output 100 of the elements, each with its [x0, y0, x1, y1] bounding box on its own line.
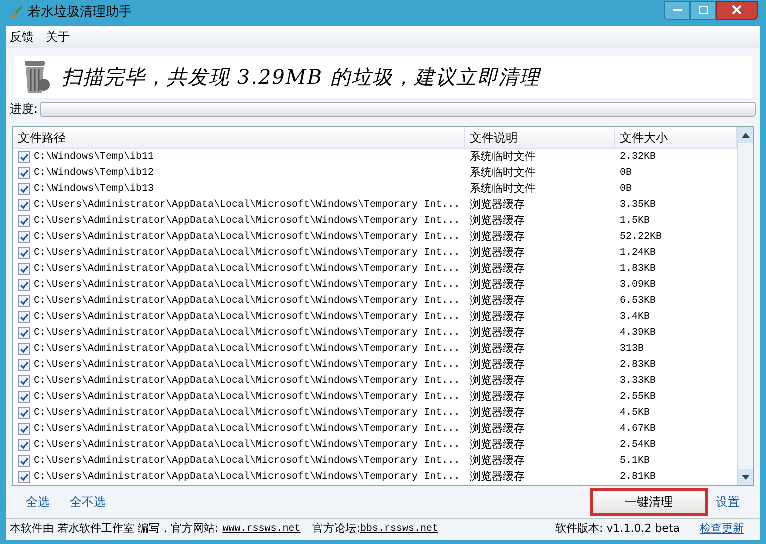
file-description: 浏览器缓存 — [469, 324, 526, 341]
checkbox[interactable] — [18, 167, 30, 179]
file-size: 1.83KB — [619, 262, 658, 276]
checkbox[interactable] — [18, 471, 30, 483]
checkbox[interactable] — [18, 375, 30, 387]
website-link[interactable]: www.rssws.net — [222, 522, 301, 537]
file-description: 浏览器缓存 — [469, 196, 526, 213]
checkbox[interactable] — [18, 311, 30, 323]
file-description: 浏览器缓存 — [469, 436, 526, 453]
file-path: C:\Users\Administrator\AppData\Local\Microsoft\Windows\Temporary Int... — [34, 374, 460, 388]
selection-link[interactable]: 全不选 — [70, 493, 106, 511]
checkbox[interactable] — [18, 215, 30, 227]
file-description: 浏览器缓存 — [469, 452, 526, 469]
checkbox[interactable] — [18, 199, 30, 211]
close-button[interactable] — [716, 0, 758, 20]
file-path: C:\Users\Administrator\AppData\Local\Microsoft\Windows\Temporary Int... — [34, 262, 460, 276]
menu-item[interactable]: 关于 — [46, 28, 70, 46]
file-size: 2.54KB — [619, 438, 658, 452]
file-path: C:\Windows\Temp\ib12 — [34, 166, 154, 180]
file-size: 3.33KB — [619, 374, 658, 388]
file-size: 4.67KB — [619, 422, 658, 436]
file-path: C:\Users\Administrator\AppData\Local\Microsoft\Windows\Temporary Int... — [34, 438, 460, 452]
file-path: C:\Windows\Temp\ib13 — [34, 182, 154, 196]
file-path: C:\Users\Administrator\AppData\Local\Microsoft\Windows\Temporary Int... — [34, 230, 460, 244]
checkbox[interactable] — [18, 407, 30, 419]
file-path: C:\Users\Administrator\AppData\Local\Microsoft\Windows\Temporary Int... — [34, 246, 460, 260]
author-text: 本软件由 若水软件工作室 编写，官方网站: — [10, 521, 219, 538]
trash-can-icon — [22, 59, 50, 95]
clean-button[interactable]: 一键清理 — [590, 488, 708, 516]
file-description: 浏览器缓存 — [469, 388, 526, 405]
file-description: 系统临时文件 — [469, 148, 537, 165]
file-size: 0B — [619, 182, 634, 196]
file-size: 0B — [619, 166, 634, 180]
file-size: 2.81KB — [619, 470, 658, 484]
checkbox[interactable] — [18, 391, 30, 403]
file-path: C:\Users\Administrator\AppData\Local\Microsoft\Windows\Temporary Int... — [34, 278, 460, 292]
file-description: 浏览器缓存 — [469, 404, 526, 421]
menu-item[interactable]: 反馈 — [10, 28, 34, 46]
file-path: C:\Users\Administrator\AppData\Local\Microsoft\Windows\Temporary Int... — [34, 310, 460, 324]
file-description: 浏览器缓存 — [469, 212, 526, 229]
file-description: 浏览器缓存 — [469, 292, 526, 309]
file-description: 浏览器缓存 — [469, 228, 526, 245]
checkbox[interactable] — [18, 295, 30, 307]
up-arrow-icon — [742, 132, 750, 138]
file-path: C:\Users\Administrator\AppData\Local\Microsoft\Windows\Temporary Int... — [34, 390, 460, 404]
file-size: 2.83KB — [619, 358, 658, 372]
file-path: C:\Users\Administrator\AppData\Local\Microsoft\Windows\Temporary Int... — [34, 214, 460, 228]
file-description: 浏览器缓存 — [469, 420, 526, 437]
file-description: 浏览器缓存 — [469, 244, 526, 261]
file-description: 浏览器缓存 — [469, 340, 526, 357]
checkbox[interactable] — [18, 151, 30, 163]
settings-link[interactable]: 设置 — [716, 493, 740, 511]
file-size: 313B — [619, 342, 646, 356]
forum-link[interactable]: bbs.rssws.net — [360, 522, 438, 537]
file-description: 浏览器缓存 — [469, 260, 526, 277]
file-path: C:\Users\Administrator\AppData\Local\Microsoft\Windows\Temporary Int... — [34, 406, 460, 420]
file-size: 2.32KB — [619, 150, 658, 164]
file-description: 浏览器缓存 — [469, 308, 526, 325]
checkbox[interactable] — [18, 423, 30, 435]
checkbox[interactable] — [18, 231, 30, 243]
file-description: 系统临时文件 — [469, 180, 537, 197]
file-size: 2.55KB — [619, 390, 658, 404]
file-size: 1.5KB — [619, 214, 652, 228]
file-description: 系统临时文件 — [469, 164, 537, 181]
file-size: 3.4KB — [619, 310, 652, 324]
broom-icon — [8, 5, 24, 21]
checkbox[interactable] — [18, 343, 30, 355]
selection-link[interactable]: 全选 — [26, 493, 50, 511]
maximize-button[interactable] — [690, 0, 716, 20]
checkbox[interactable] — [18, 359, 30, 371]
checkbox[interactable] — [18, 455, 30, 467]
down-arrow-icon — [742, 474, 750, 480]
scrollbar[interactable] — [737, 127, 753, 485]
column-header[interactable]: 文件说明 — [465, 127, 615, 148]
file-path: C:\Users\Administrator\AppData\Local\Microsoft\Windows\Temporary Int... — [34, 198, 460, 212]
checkbox[interactable] — [18, 439, 30, 451]
checkbox[interactable] — [18, 247, 30, 259]
checkbox[interactable] — [18, 183, 30, 195]
progress-label: 进度: — [10, 101, 38, 118]
file-description: 浏览器缓存 — [469, 276, 526, 293]
file-path: C:\Users\Administrator\AppData\Local\Microsoft\Windows\Temporary Int... — [34, 294, 460, 308]
close-icon — [732, 5, 742, 15]
file-path: C:\Users\Administrator\AppData\Local\Microsoft\Windows\Temporary Int... — [34, 470, 460, 484]
file-path: C:\Users\Administrator\AppData\Local\Microsoft\Windows\Temporary Int... — [34, 454, 460, 468]
file-size: 3.35KB — [619, 198, 658, 212]
scan-result-message: 扫描完毕，共发现 3.29MB 的垃圾，建议立即清理 — [62, 64, 540, 91]
file-size: 3.09KB — [619, 278, 658, 292]
minimize-button[interactable] — [664, 0, 690, 20]
check-update-link[interactable]: 检查更新 — [700, 521, 744, 538]
checkbox[interactable] — [18, 263, 30, 275]
file-path: C:\Users\Administrator\AppData\Local\Microsoft\Windows\Temporary Int... — [34, 326, 460, 340]
checkbox[interactable] — [18, 279, 30, 291]
file-description: 浏览器缓存 — [469, 356, 526, 373]
column-header[interactable]: 文件路径 — [13, 127, 465, 148]
window-title: 若水垃圾清理助手 — [28, 4, 132, 22]
file-path: C:\Windows\Temp\ib11 — [34, 150, 154, 164]
forum-label: 官方论坛: — [312, 521, 360, 538]
file-path: C:\Users\Administrator\AppData\Local\Microsoft\Windows\Temporary Int... — [34, 422, 460, 436]
checkbox[interactable] — [18, 327, 30, 339]
file-description: 浏览器缓存 — [469, 468, 526, 485]
